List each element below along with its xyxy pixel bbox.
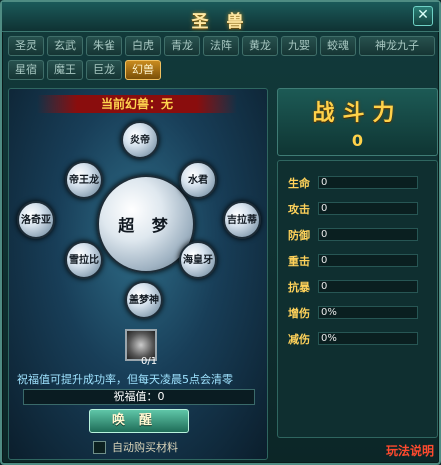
orb-shuijun[interactable]: 水君 [179,161,217,199]
stat-row-crit-resist: 抗暴 0 [288,279,428,295]
tab-mowang[interactable]: 魔王 [47,60,83,80]
tab-huanglong[interactable]: 黄龙 [242,36,278,56]
awaken-button[interactable]: 唤醒 [89,409,189,433]
stat-value: 0 [318,228,418,241]
stat-row-damage-boost: 增伤 0% [288,305,428,321]
stat-value: 0% [318,306,418,319]
orb-gaimengshen[interactable]: 盖梦神 [125,281,163,319]
stat-name: 防御 [288,229,310,242]
close-button[interactable]: ✕ [413,6,433,26]
orb-diwanglong[interactable]: 帝王龙 [65,161,103,199]
summon-panel: 当前幻兽：无 超 梦 炎帝 水君 吉拉蒂 海皇牙 盖梦神 雪拉比 洛奇亚 帝王龙… [8,88,268,460]
stat-name: 重击 [288,255,310,268]
stat-name: 抗暴 [288,281,310,294]
stats-panel: 生命 0 攻击 0 防御 0 重击 0 抗暴 0 增伤 0% 减伤 0% [277,160,438,438]
combat-power-title: 战斗力 [312,100,403,126]
beast-window: 圣 兽 ✕ 圣灵 玄武 朱雀 白虎 青龙 法阵 黄龙 九婴 蛟魂 神龙九子 星宿… [0,0,441,465]
auto-buy-checkbox[interactable] [93,440,106,454]
current-beast-banner: 当前幻兽：无 [37,95,237,113]
stat-value: 0 [318,202,418,215]
orb-yandi[interactable]: 炎帝 [121,121,159,159]
auto-buy-label: 自动购买材料 [112,441,178,454]
tab-baihu[interactable]: 白虎 [125,36,161,56]
stat-value: 0% [318,332,418,345]
orb-jiladi[interactable]: 吉拉蒂 [223,201,261,239]
tab-xuanwu[interactable]: 玄武 [47,36,83,56]
stat-row-attack: 攻击 0 [288,201,428,217]
bless-hint-text: 祝福值可提升成功率，但每天凌晨5点会清零 [17,373,233,386]
combat-power-box: 战斗力 0 [277,88,438,156]
stat-name: 攻击 [288,203,310,216]
stat-row-damage-reduction: 减伤 0% [288,331,428,347]
tab-xingxiu[interactable]: 星宿 [8,60,44,80]
stat-name: 增伤 [288,307,310,320]
stat-row-defense: 防御 0 [288,227,428,243]
tab-julong[interactable]: 巨龙 [86,60,122,80]
stat-row-heavy-hit: 重击 0 [288,253,428,269]
orb-luoqiya[interactable]: 洛奇亚 [17,201,55,239]
tab-huanshou[interactable]: 幻兽 [125,60,161,80]
stat-name: 减伤 [288,333,310,346]
auto-buy-row[interactable]: 自动购买材料 [93,439,178,455]
window-title: 圣 兽 [191,12,250,32]
stat-name: 生命 [288,177,310,190]
material-count: 0/1 [141,356,158,367]
stat-value: 0 [318,176,418,189]
tab-jiaohun[interactable]: 蛟魂 [320,36,356,56]
orb-xuelabi[interactable]: 雪拉比 [65,241,103,279]
stat-value: 0 [318,254,418,267]
tab-jiuying[interactable]: 九婴 [281,36,317,56]
bless-value-bar: 祝福值：0 [23,389,255,405]
rules-link[interactable]: 玩法说明 [386,442,434,459]
close-icon: ✕ [417,7,429,23]
orb-haihuangya[interactable]: 海皇牙 [179,241,217,279]
tab-shenlong-jiuzi[interactable]: 神龙九子 [359,36,435,56]
stat-row-hp: 生命 0 [288,175,428,191]
tab-qinglong[interactable]: 青龙 [164,36,200,56]
tab-fazhen[interactable]: 法阵 [203,36,239,56]
tab-shengling[interactable]: 圣灵 [8,36,44,56]
stat-value: 0 [318,280,418,293]
title-bar: 圣 兽 ✕ [2,2,439,32]
tab-zhuque[interactable]: 朱雀 [86,36,122,56]
combat-power-value: 0 [351,131,364,150]
